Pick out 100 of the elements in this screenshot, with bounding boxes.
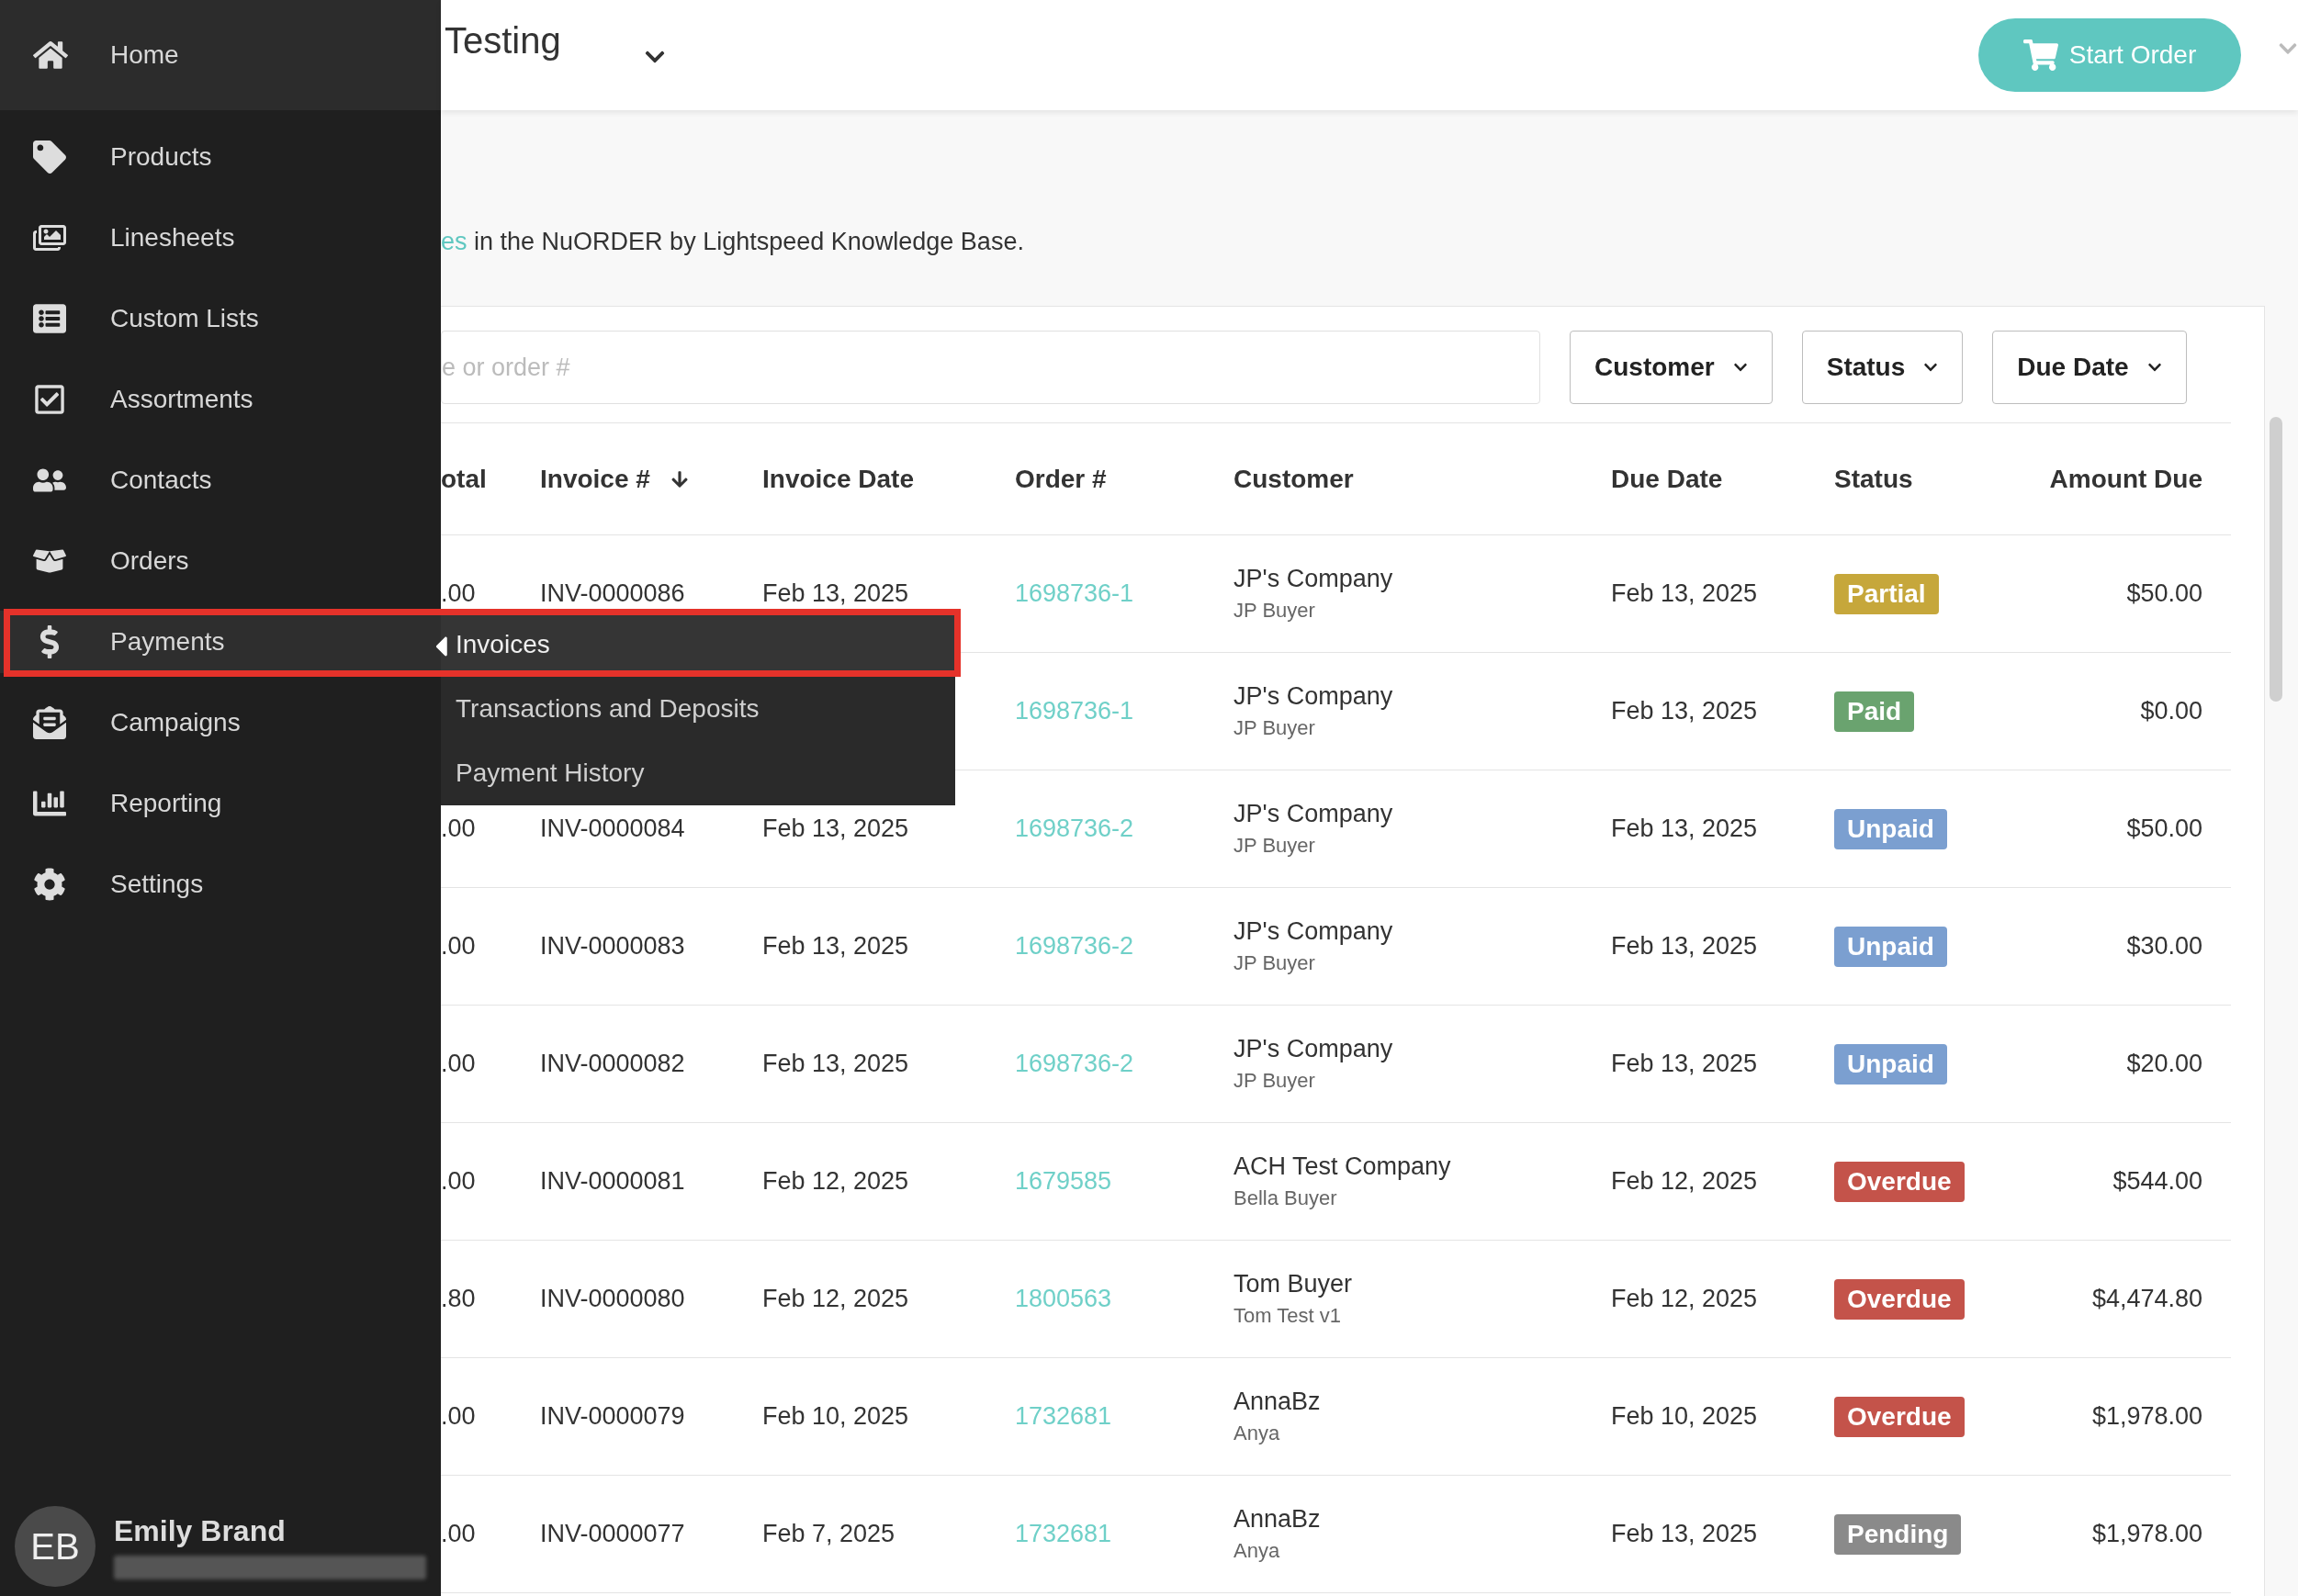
status-badge: Unpaid xyxy=(1834,926,1947,967)
table-cell-text: .00 xyxy=(441,932,477,961)
column-header[interactable]: Invoice Date xyxy=(762,464,1015,494)
table-cell-text: INV-0000077 xyxy=(540,1520,686,1548)
buyer-name: JP Buyer xyxy=(1233,1069,1316,1093)
filter-dropdown[interactable]: Customer xyxy=(1570,331,1773,404)
column-header[interactable]: Amount Due xyxy=(2018,464,2202,494)
buyer-name: JP Buyer xyxy=(1233,951,1316,975)
nav-item[interactable]: Custom Lists xyxy=(0,287,441,350)
nav-item[interactable]: Campaigns xyxy=(0,691,441,754)
nav-item[interactable]: Reporting xyxy=(0,772,441,835)
nav-item[interactable]: Products xyxy=(0,126,441,188)
buyer-name: Anya xyxy=(1233,1422,1281,1445)
table-cell-text: $4,474.80 xyxy=(2090,1285,2202,1313)
avatar[interactable]: EB xyxy=(15,1506,96,1587)
table-cell-text: $20.00 xyxy=(2125,1050,2202,1078)
table-cell-text: INV-0000086 xyxy=(540,579,686,608)
table-cell-text: Feb 12, 2025 xyxy=(762,1285,910,1313)
table-cell-text: Feb 7, 2025 xyxy=(762,1520,896,1548)
table-cell-text: Feb 13, 2025 xyxy=(762,579,910,608)
page-title: Testing xyxy=(445,19,561,62)
table-cell-text: .00 xyxy=(441,1050,477,1078)
settings-icon xyxy=(33,868,66,901)
table-cell-text: .00 xyxy=(441,579,477,608)
customer-name: Tom Buyer xyxy=(1233,1270,1354,1298)
nav-item[interactable]: Contacts xyxy=(0,449,441,511)
column-header[interactable]: Due Date xyxy=(1611,464,1834,494)
table-cell-text: Feb 13, 2025 xyxy=(762,815,910,843)
table-cell-text: $1,978.00 xyxy=(2090,1402,2202,1431)
table-cell-text: $30.00 xyxy=(2125,932,2202,961)
customer-name: ACH Test Company xyxy=(1233,1152,1452,1181)
table-cell-text: $50.00 xyxy=(2125,579,2202,608)
column-header[interactable]: Status xyxy=(1834,464,2018,494)
column-header[interactable]: Order # xyxy=(1015,464,1233,494)
table-cell-text: Feb 13, 2025 xyxy=(1611,1520,1759,1548)
table-cell-text: Feb 10, 2025 xyxy=(1611,1402,1759,1431)
column-header[interactable]: otal xyxy=(441,464,540,494)
scrollbar[interactable] xyxy=(2270,417,2282,702)
table-cell-text: $1,978.00 xyxy=(2090,1520,2202,1548)
cart-icon xyxy=(2022,38,2058,73)
buyer-name: JP Buyer xyxy=(1233,834,1316,858)
table-cell-text: INV-0000082 xyxy=(540,1050,686,1078)
customer-name: JP's Company xyxy=(1233,565,1394,593)
table-cell-text: INV-0000083 xyxy=(540,932,686,961)
buyer-name: JP Buyer xyxy=(1233,599,1316,623)
search-field[interactable]: e or order # xyxy=(441,331,1540,404)
status-badge: Pending xyxy=(1834,1513,1962,1555)
column-header[interactable]: Invoice # xyxy=(540,464,762,494)
nav-item[interactable]: Assortments xyxy=(0,368,441,431)
table-cell-text: Feb 13, 2025 xyxy=(1611,932,1759,961)
table-cell-text: .00 xyxy=(441,1167,477,1196)
sort-arrow-icon xyxy=(670,469,689,489)
customer-name: JP's Company xyxy=(1233,1035,1394,1063)
customer-name: AnnaBz xyxy=(1233,1388,1322,1416)
buyer-name: Tom Test v1 xyxy=(1233,1304,1342,1328)
customer-name: AnnaBz xyxy=(1233,1505,1322,1534)
status-badge: Unpaid xyxy=(1834,1043,1947,1085)
table-cell-text: Feb 12, 2025 xyxy=(762,1167,910,1196)
status-badge: Overdue xyxy=(1834,1396,1965,1437)
customer-name: JP's Company xyxy=(1233,800,1394,828)
nav-item[interactable]: Linesheets xyxy=(0,207,441,269)
table-cell-text: .80 xyxy=(441,1285,477,1313)
table-cell-text: Feb 13, 2025 xyxy=(1611,1050,1759,1078)
table-cell-text: INV-0000080 xyxy=(540,1285,686,1313)
table-cell-text: $0.00 xyxy=(2139,697,2202,725)
customer-name: JP's Company xyxy=(1233,682,1394,711)
status-badge: Partial xyxy=(1834,573,1939,614)
nav-item[interactable]: Settings xyxy=(0,853,441,916)
table-cell-text: $50.00 xyxy=(2125,815,2202,843)
user-name: Emily Brand xyxy=(114,1513,287,1548)
table-cell-text: Feb 13, 2025 xyxy=(762,1050,910,1078)
table-cell-text: Feb 13, 2025 xyxy=(1611,697,1759,725)
table-cell-text: INV-0000081 xyxy=(540,1167,686,1196)
table-cell-text: INV-0000079 xyxy=(540,1402,686,1431)
filter-dropdown[interactable]: Due Date xyxy=(1992,331,2187,404)
column-header[interactable]: Customer xyxy=(1233,464,1611,494)
table-cell-text: Feb 12, 2025 xyxy=(1611,1167,1759,1196)
table-cell-text: .00 xyxy=(441,1520,477,1548)
table-cell-text: Feb 10, 2025 xyxy=(762,1402,910,1431)
buyer-name: JP Buyer xyxy=(1233,716,1316,740)
checkbox-icon xyxy=(33,383,66,416)
status-badge: Paid xyxy=(1834,691,1915,732)
envelope-icon xyxy=(33,706,66,739)
status-badge: Unpaid xyxy=(1834,808,1947,849)
help-text: es in the NuORDER by Lightspeed Knowledge Base. xyxy=(441,228,1025,257)
table-cell-text: Feb 13, 2025 xyxy=(762,932,910,961)
buyer-name: Bella Buyer xyxy=(1233,1186,1338,1210)
table-cell-text: INV-0000084 xyxy=(540,815,686,843)
table-cell-text: Feb 12, 2025 xyxy=(1611,1285,1759,1313)
table-cell-text: Feb 13, 2025 xyxy=(1611,579,1759,608)
filter-dropdown[interactable]: Status xyxy=(1801,331,1964,404)
table-cell-text: Feb 13, 2025 xyxy=(1611,815,1759,843)
table-cell-text: $544.00 xyxy=(2112,1167,2202,1196)
status-badge: Overdue xyxy=(1834,1161,1965,1202)
tag-icon xyxy=(33,140,66,174)
customer-name: JP's Company xyxy=(1233,917,1394,946)
list-icon xyxy=(33,302,66,335)
nav-item[interactable]: Orders xyxy=(0,530,441,592)
buyer-name: Anya xyxy=(1233,1539,1281,1563)
table-cell-text: .00 xyxy=(441,815,477,843)
